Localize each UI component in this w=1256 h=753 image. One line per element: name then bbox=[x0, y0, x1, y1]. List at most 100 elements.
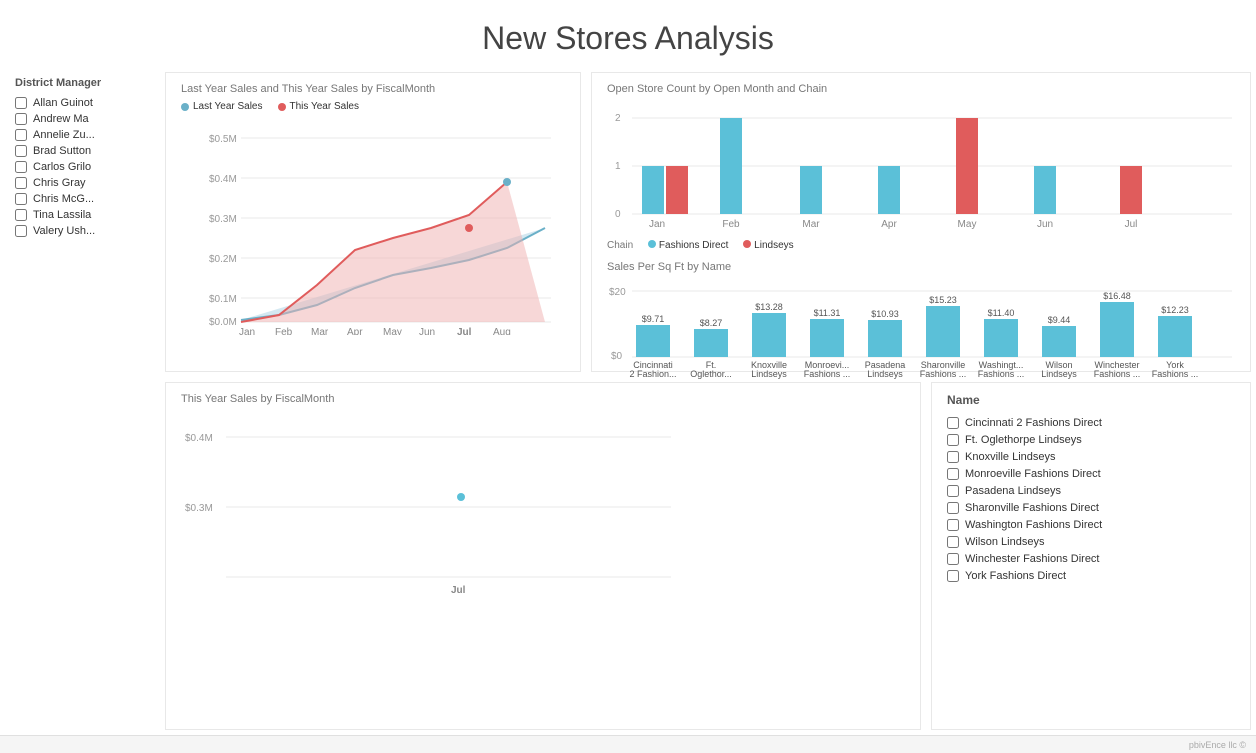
name-checkbox[interactable] bbox=[947, 570, 959, 582]
store-name-label: Washington Fashions Direct bbox=[965, 519, 1102, 531]
fashions-direct-legend: Fashions Direct bbox=[648, 240, 728, 251]
manager-checkbox[interactable] bbox=[15, 145, 27, 157]
top-panels: Last Year Sales and This Year Sales by F… bbox=[160, 67, 1256, 377]
name-checkbox[interactable] bbox=[947, 434, 959, 446]
svg-text:$11.40: $11.40 bbox=[988, 308, 1015, 318]
manager-checkbox[interactable] bbox=[15, 209, 27, 221]
sidebar-manager-item[interactable]: Brad Sutton bbox=[15, 145, 145, 157]
svg-text:Apr: Apr bbox=[881, 219, 897, 230]
name-list-item[interactable]: Wilson Lindseys bbox=[947, 536, 1235, 548]
store-name-label: Ft. Oglethorpe Lindseys bbox=[965, 434, 1082, 446]
district-manager-label: District Manager bbox=[15, 77, 145, 89]
sidebar-manager-item[interactable]: Chris Gray bbox=[15, 177, 145, 189]
name-checkbox[interactable] bbox=[947, 519, 959, 531]
svg-text:1: 1 bbox=[615, 161, 621, 172]
name-list-item[interactable]: Washington Fashions Direct bbox=[947, 519, 1235, 531]
sidebar-manager-item[interactable]: Chris McG... bbox=[15, 193, 145, 205]
store-name-label: Winchester Fashions Direct bbox=[965, 553, 1100, 565]
manager-checkbox[interactable] bbox=[15, 225, 27, 237]
name-checkbox[interactable] bbox=[947, 451, 959, 463]
svg-text:$15.23: $15.23 bbox=[929, 295, 957, 305]
store-name-label: York Fashions Direct bbox=[965, 570, 1066, 582]
name-checkbox[interactable] bbox=[947, 485, 959, 497]
name-list-item[interactable]: Knoxville Lindseys bbox=[947, 451, 1235, 463]
name-checkbox[interactable] bbox=[947, 553, 959, 565]
sidebar-manager-item[interactable]: Andrew Ma bbox=[15, 113, 145, 125]
manager-checkbox[interactable] bbox=[15, 113, 27, 125]
right-top-panel: Open Store Count by Open Month and Chain… bbox=[591, 72, 1251, 372]
store-name-label: Monroeville Fashions Direct bbox=[965, 468, 1101, 480]
legend-last-year: Last Year Sales bbox=[181, 101, 263, 112]
sidebar-manager-item[interactable]: Allan Guinot bbox=[15, 97, 145, 109]
svg-text:2: 2 bbox=[615, 113, 621, 124]
bottom-panels: This Year Sales by FiscalMonth $0.4M $0.… bbox=[160, 377, 1256, 735]
bottom-line-title: This Year Sales by FiscalMonth bbox=[181, 393, 905, 405]
svg-text:0: 0 bbox=[615, 209, 621, 220]
sidebar-manager-item[interactable]: Valery Ush... bbox=[15, 225, 145, 237]
svg-text:Mar: Mar bbox=[311, 327, 329, 335]
store-name-label: Knoxville Lindseys bbox=[965, 451, 1056, 463]
bar-chart-title: Open Store Count by Open Month and Chain bbox=[607, 83, 1235, 95]
manager-checkbox[interactable] bbox=[15, 193, 27, 205]
name-list-item[interactable]: Cincinnati 2 Fashions Direct bbox=[947, 417, 1235, 429]
svg-text:$16.48: $16.48 bbox=[1103, 291, 1131, 301]
svg-text:Feb: Feb bbox=[275, 327, 293, 335]
svg-text:$8.27: $8.27 bbox=[700, 318, 723, 328]
svg-text:$0.2M: $0.2M bbox=[209, 254, 237, 265]
svg-text:$11.31: $11.31 bbox=[814, 308, 841, 318]
svg-text:Jun: Jun bbox=[419, 327, 435, 335]
manager-name: Carlos Grilo bbox=[33, 161, 91, 173]
manager-checkbox[interactable] bbox=[15, 177, 27, 189]
manager-checkbox[interactable] bbox=[15, 161, 27, 173]
svg-text:$0: $0 bbox=[611, 351, 623, 362]
line-chart-title: Last Year Sales and This Year Sales by F… bbox=[181, 83, 565, 95]
manager-checkbox[interactable] bbox=[15, 129, 27, 141]
name-list-item[interactable]: Sharonville Fashions Direct bbox=[947, 502, 1235, 514]
footer-text: pbivEnce llc © bbox=[1189, 740, 1246, 750]
name-checkbox[interactable] bbox=[947, 468, 959, 480]
svg-text:$0.0M: $0.0M bbox=[209, 317, 237, 328]
main-content: Last Year Sales and This Year Sales by F… bbox=[160, 67, 1256, 735]
line-chart-panel: Last Year Sales and This Year Sales by F… bbox=[165, 72, 581, 372]
manager-name: Andrew Ma bbox=[33, 113, 89, 125]
line-chart-legend: Last Year Sales This Year Sales bbox=[181, 101, 565, 112]
svg-text:May: May bbox=[383, 327, 402, 335]
svg-text:$9.71: $9.71 bbox=[642, 314, 665, 324]
manager-name: Chris McG... bbox=[33, 193, 94, 205]
name-checkbox[interactable] bbox=[947, 536, 959, 548]
store-name-label: Sharonville Fashions Direct bbox=[965, 502, 1099, 514]
last-year-dot bbox=[181, 103, 189, 111]
sidebar-manager-item[interactable]: Annelie Zu... bbox=[15, 129, 145, 141]
svg-text:Jun: Jun bbox=[1037, 219, 1053, 230]
store-name-label: Wilson Lindseys bbox=[965, 536, 1044, 548]
name-checkbox[interactable] bbox=[947, 502, 959, 514]
chain-legend: Chain Fashions Direct Lindseys bbox=[607, 240, 1235, 251]
svg-text:$0.4M: $0.4M bbox=[185, 433, 213, 444]
name-list-item[interactable]: Monroeville Fashions Direct bbox=[947, 468, 1235, 480]
name-items-container: Cincinnati 2 Fashions Direct Ft. Ogletho… bbox=[947, 417, 1235, 582]
name-checkbox[interactable] bbox=[947, 417, 959, 429]
sales-sqft-title: Sales Per Sq Ft by Name bbox=[607, 261, 1235, 273]
bottom-line-panel: This Year Sales by FiscalMonth $0.4M $0.… bbox=[165, 382, 921, 730]
open-store-chart: 2 1 0 bbox=[607, 101, 1237, 231]
manager-checkbox[interactable] bbox=[15, 97, 27, 109]
manager-name: Brad Sutton bbox=[33, 145, 91, 157]
store-name-label: Cincinnati 2 Fashions Direct bbox=[965, 417, 1102, 429]
line-chart-svg: $0.5M $0.4M $0.3M $0.2M $0.1M $0.0M bbox=[181, 120, 561, 335]
name-list-item[interactable]: York Fashions Direct bbox=[947, 570, 1235, 582]
manager-name: Chris Gray bbox=[33, 177, 86, 189]
name-list-item[interactable]: Pasadena Lindseys bbox=[947, 485, 1235, 497]
last-year-label: Last Year Sales bbox=[193, 101, 263, 112]
name-list-panel: Name Cincinnati 2 Fashions Direct Ft. Og… bbox=[931, 382, 1251, 730]
svg-text:Jul: Jul bbox=[1125, 219, 1138, 230]
sidebar-manager-item[interactable]: Carlos Grilo bbox=[15, 161, 145, 173]
svg-text:Jan: Jan bbox=[649, 219, 665, 230]
svg-text:Jul: Jul bbox=[451, 585, 466, 596]
svg-text:$20: $20 bbox=[609, 287, 626, 298]
svg-text:Feb: Feb bbox=[722, 219, 740, 230]
sidebar-manager-item[interactable]: Tina Lassila bbox=[15, 209, 145, 221]
name-list-item[interactable]: Ft. Oglethorpe Lindseys bbox=[947, 434, 1235, 446]
manager-name: Valery Ush... bbox=[33, 225, 95, 237]
name-list-item[interactable]: Winchester Fashions Direct bbox=[947, 553, 1235, 565]
svg-text:May: May bbox=[958, 219, 977, 230]
